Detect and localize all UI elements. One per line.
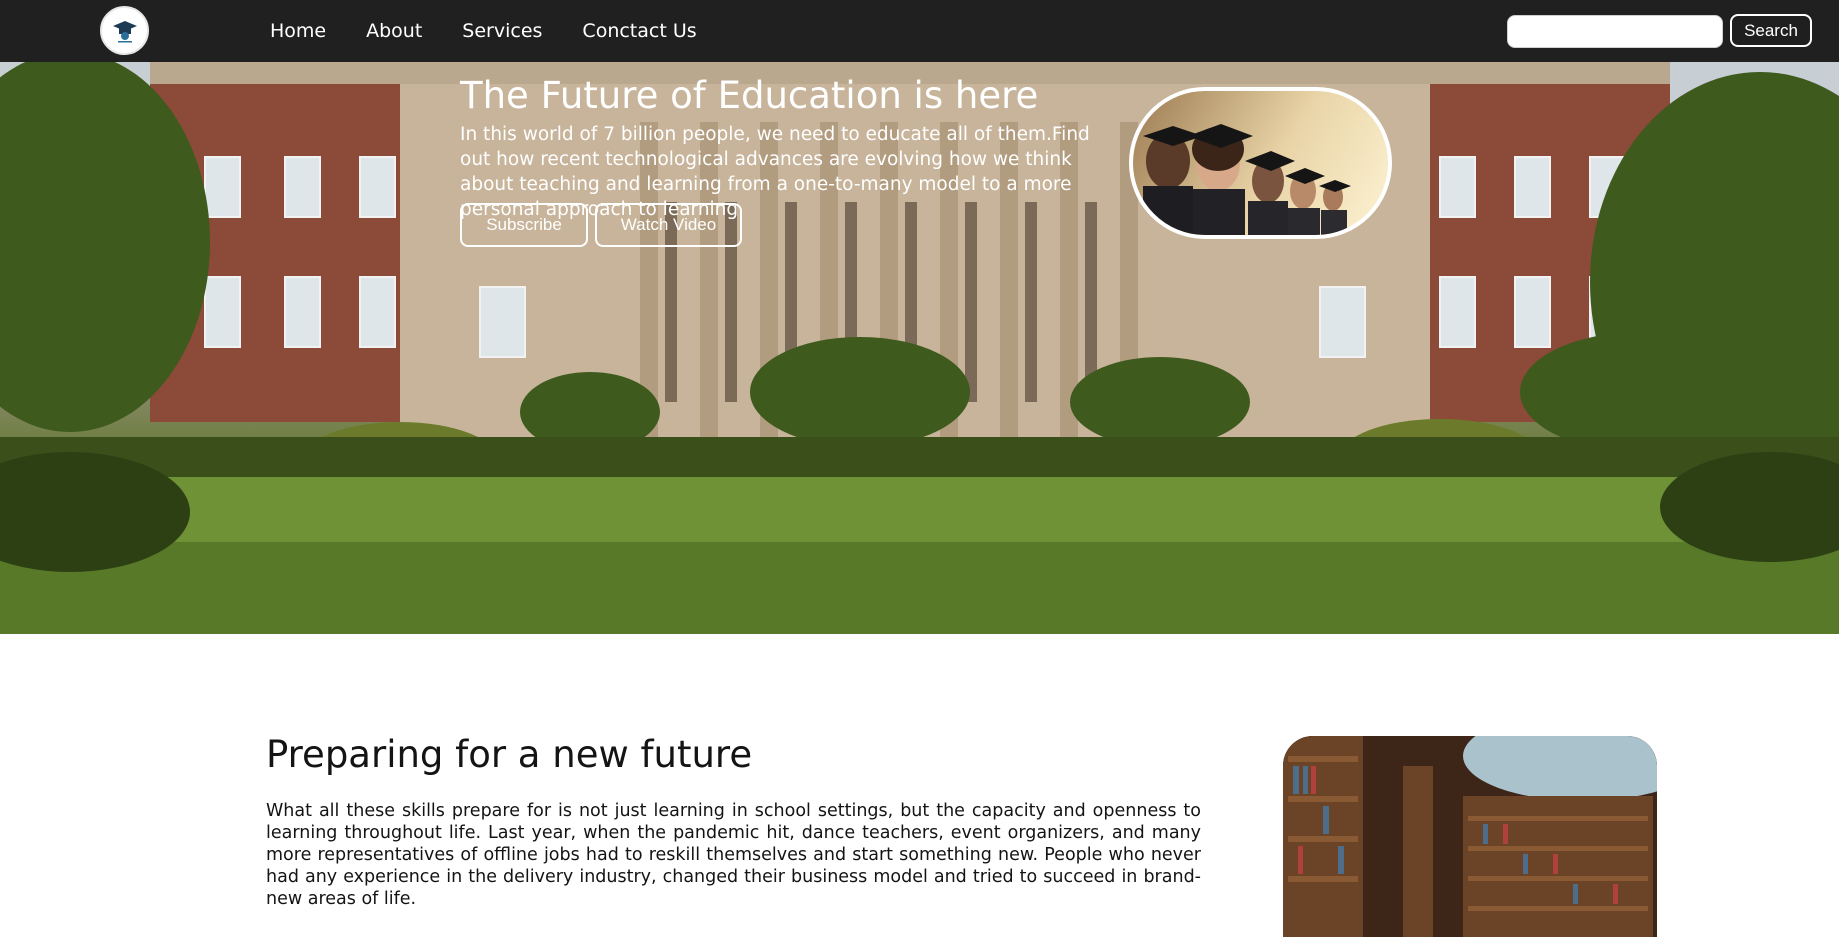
hero-text: The Future of Education is here In this … [460,74,1110,222]
nav-link-services[interactable]: Services [462,20,542,42]
library-illustration [1283,736,1657,937]
hero-title: The Future of Education is here [460,74,1039,117]
watch-video-button[interactable]: Watch Video [595,203,742,247]
library-image [1283,736,1657,937]
search-button[interactable]: Search [1730,14,1812,47]
nav-links: Home About Services Conctact Us [270,0,697,62]
graduates-image [1129,87,1392,239]
hero-section: The Future of Education is here In this … [0,62,1839,634]
graduates-illustration [1143,124,1351,235]
subscribe-button[interactable]: Subscribe [460,203,588,247]
hero-buttons: Subscribe Watch Video [460,203,742,247]
section-paragraph: What all these skills prepare for is not… [266,801,1201,909]
graduation-cap-logo-icon [112,20,137,42]
section-title: Preparing for a new future [266,733,753,776]
nav-link-about[interactable]: About [366,20,422,42]
search-input[interactable] [1507,15,1723,48]
logo[interactable] [100,6,149,55]
navbar: Home About Services Conctact Us Search [0,0,1839,62]
nav-link-home[interactable]: Home [270,20,326,42]
nav-link-contact[interactable]: Conctact Us [582,20,696,42]
